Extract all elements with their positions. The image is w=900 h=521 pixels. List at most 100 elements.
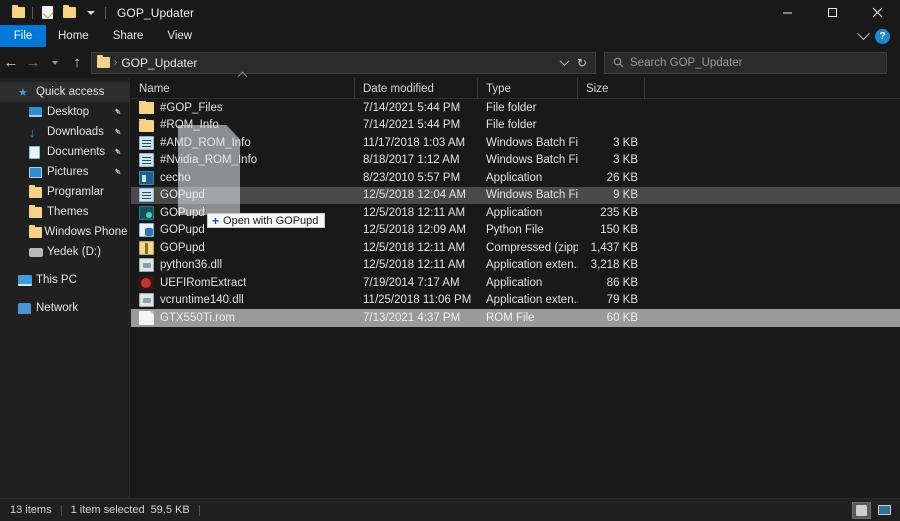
tab-home[interactable]: Home [46, 25, 101, 47]
star-icon: ★ [18, 86, 35, 99]
table-row[interactable]: #ROM_Info7/14/2021 5:44 PMFile folder [131, 117, 900, 135]
pin-icon: ✒ [110, 145, 124, 159]
table-row[interactable]: vcruntime140.dll11/25/2018 11:06 PMAppli… [131, 292, 900, 310]
file-date-cell: 12/5/2018 12:11 AM [355, 207, 478, 219]
breadcrumb-path[interactable]: GOP_Updater [121, 56, 197, 70]
sidebar-item-pictures[interactable]: Pictures ✒ [0, 162, 129, 182]
help-icon[interactable]: ? [875, 29, 890, 44]
sidebar-item-quick-access[interactable]: ★ Quick access [0, 82, 129, 102]
application-icon [139, 171, 154, 185]
file-size-cell: 3 KB [578, 137, 645, 149]
folder-icon [139, 120, 154, 132]
window-controls[interactable] [765, 0, 900, 25]
quick-access-toolbar[interactable] [0, 0, 109, 25]
table-row[interactable]: GTX550Ti.rom 7/13/2021 4:37 PMROM File60 … [131, 309, 900, 327]
zip-file-icon [139, 241, 154, 255]
sidebar-item-desktop[interactable]: Desktop ✒ [0, 102, 129, 122]
up-button[interactable]: ↑ [66, 47, 88, 78]
tab-file[interactable]: File [0, 25, 46, 47]
file-list-pane: Name Date modified Type Size #GOP_Files7… [131, 78, 900, 498]
status-divider [61, 505, 62, 516]
file-type-cell: Windows Batch File [478, 154, 578, 166]
file-date-cell: 7/13/2021 4:37 PM [355, 312, 478, 324]
sidebar-item-this-pc[interactable]: This PC [0, 270, 129, 290]
pin-icon: ✒ [110, 105, 124, 119]
file-name-cell: #AMD_ROM_Info [131, 136, 355, 150]
folder-icon[interactable] [7, 0, 29, 25]
large-icons-view-icon[interactable] [875, 502, 894, 519]
file-name-cell: vcruntime140.dll [131, 293, 355, 307]
folder-icon [29, 187, 46, 198]
file-type-cell: ROM File [478, 312, 578, 324]
tab-share[interactable]: Share [101, 25, 156, 47]
forward-button[interactable]: → [22, 47, 44, 78]
sidebar-item-themes[interactable]: Themes [0, 202, 129, 222]
drag-drop-tooltip: + Open with GOPupd [207, 213, 325, 228]
file-name-label: GOPupd [160, 207, 205, 219]
file-size-cell: 1,437 KB [578, 242, 645, 254]
sidebar-item-label: Quick access [36, 86, 104, 98]
chevron-down-icon[interactable] [559, 56, 569, 66]
details-view-icon[interactable] [852, 502, 871, 519]
uefi-app-icon [139, 276, 154, 290]
minimize-icon[interactable] [765, 0, 810, 25]
python-file-icon [139, 223, 154, 237]
plus-icon: + [212, 215, 219, 227]
file-name-cell: python36.dll [131, 258, 355, 272]
file-type-cell: Application [478, 277, 578, 289]
sidebar-spacer [0, 262, 129, 270]
table-row[interactable]: #AMD_ROM_Info11/17/2018 1:03 AMWindows B… [131, 134, 900, 152]
search-input[interactable]: Search GOP_Updater [630, 57, 743, 69]
maximize-icon[interactable] [810, 0, 855, 25]
table-row[interactable]: python36.dll12/5/2018 12:11 AMApplicatio… [131, 257, 900, 275]
back-button[interactable]: ← [0, 47, 22, 78]
file-name-label: UEFIRomExtract [160, 277, 246, 289]
table-row[interactable]: #GOP_Files7/14/2021 5:44 PMFile folder [131, 99, 900, 117]
column-header-label: Name [139, 83, 170, 95]
file-size-cell: 3 KB [578, 154, 645, 166]
desktop-icon [29, 107, 46, 117]
file-size-cell: 79 KB [578, 294, 645, 306]
file-date-cell: 8/23/2010 5:57 PM [355, 172, 478, 184]
column-header-type[interactable]: Type [478, 78, 578, 99]
table-row[interactable]: #Nvidia_ROM_Info8/18/2017 1:12 AMWindows… [131, 152, 900, 170]
sidebar-item-yedek-d[interactable]: Yedek (D:) [0, 242, 129, 262]
search-box[interactable]: Search GOP_Updater [604, 52, 887, 74]
sidebar-item-network[interactable]: Network [0, 298, 129, 318]
sidebar-item-downloads[interactable]: ↓ Downloads ✒ [0, 122, 129, 142]
view-mode-buttons[interactable] [852, 502, 894, 519]
file-type-cell: Application [478, 207, 578, 219]
sidebar-item-label: Documents [47, 146, 105, 158]
file-name-label: GTX550Ti.rom [160, 312, 235, 324]
properties-icon[interactable] [36, 0, 58, 25]
new-folder-icon[interactable] [58, 0, 80, 25]
refresh-icon[interactable]: ↻ [577, 56, 587, 70]
column-header-date-modified[interactable]: Date modified [355, 78, 478, 99]
navigation-pane: ★ Quick access Desktop ✒ ↓ Downloads ✒ D… [0, 78, 130, 498]
selection-info: 1 item selected [71, 504, 145, 516]
breadcrumb[interactable]: › GOP_Updater ↻ [91, 52, 596, 74]
download-icon: ↓ [29, 126, 46, 139]
table-row[interactable]: cecho8/23/2010 5:57 PMApplication26 KB [131, 169, 900, 187]
customize-caret-icon[interactable] [80, 0, 102, 25]
table-row[interactable]: GOPupd12/5/2018 12:11 AMCompressed (zipp… [131, 239, 900, 257]
close-icon[interactable] [855, 0, 900, 25]
file-size-cell: 60 KB [578, 312, 645, 324]
tab-view[interactable]: View [155, 25, 204, 47]
file-type-cell: File folder [478, 119, 578, 131]
column-header-name[interactable]: Name [131, 78, 355, 99]
file-size-cell: 150 KB [578, 224, 645, 236]
recent-locations-button[interactable] [44, 47, 66, 78]
sidebar-item-programlar[interactable]: Programlar [0, 182, 129, 202]
column-header-size[interactable]: Size [578, 78, 645, 99]
sidebar-item-windows-phone-7[interactable]: Windows Phone 7 ( [0, 222, 129, 242]
file-date-cell: 12/5/2018 12:04 AM [355, 189, 478, 201]
sidebar-item-label: Programlar [47, 186, 104, 198]
up-arrow-icon: ↑ [73, 55, 81, 70]
table-row[interactable]: UEFIRomExtract7/19/2014 7:17 AMApplicati… [131, 274, 900, 292]
pin-icon: ✒ [110, 165, 124, 179]
table-row[interactable]: GOPupd12/5/2018 12:04 AMWindows Batch Fi… [131, 187, 900, 205]
file-size-cell: 86 KB [578, 277, 645, 289]
sidebar-item-documents[interactable]: Documents ✒ [0, 142, 129, 162]
chevron-down-icon[interactable] [857, 27, 870, 40]
